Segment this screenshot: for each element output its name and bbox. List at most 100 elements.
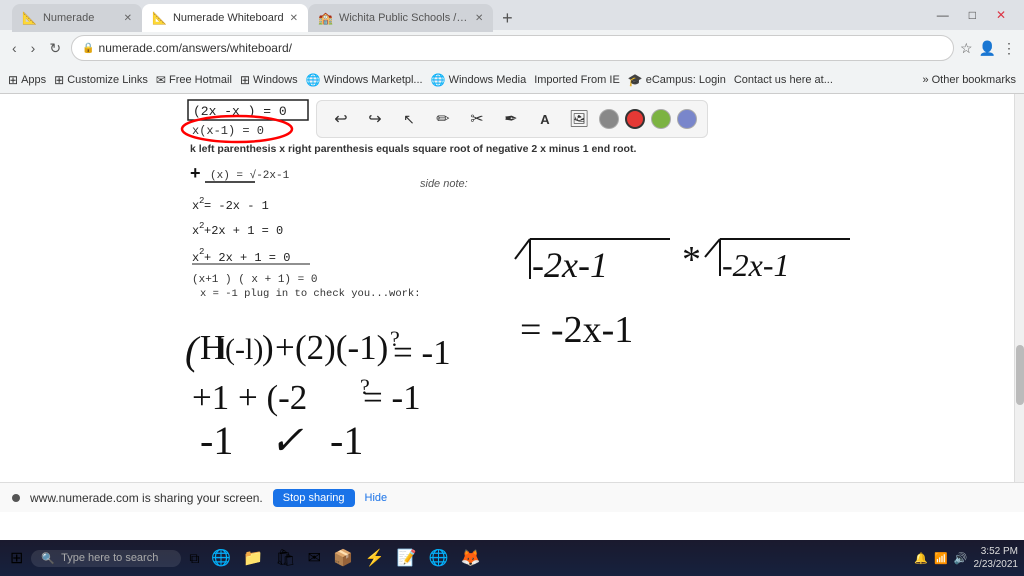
explorer-icon[interactable]: 📁 bbox=[239, 548, 267, 568]
hotmail-icon: ✉ bbox=[156, 73, 166, 87]
taskbar-search[interactable]: 🔍 Type here to search bbox=[31, 550, 181, 567]
whiteboard-toolbar: ↩ ↪ ↖ ✏ ✂ ✒ A 🖼 bbox=[316, 100, 708, 138]
address-bar[interactable]: 🔒 numerade.com/answers/whiteboard/ bbox=[71, 35, 954, 61]
svg-text:(-l): (-l) bbox=[225, 333, 263, 366]
customize-icon: ⊞ bbox=[54, 73, 64, 87]
app-icon-7[interactable]: 🦊 bbox=[457, 548, 485, 568]
svg-text:-1: -1 bbox=[330, 418, 363, 463]
color-green[interactable] bbox=[651, 109, 671, 129]
svg-text:*: * bbox=[682, 239, 701, 281]
svg-text:2: 2 bbox=[199, 247, 204, 257]
search-placeholder: Type here to search bbox=[61, 552, 158, 564]
bm-contact[interactable]: Contact us here at... bbox=[734, 74, 833, 86]
tab-favicon-1: 📐 bbox=[22, 11, 37, 25]
tab-close-2[interactable]: ✕ bbox=[290, 13, 298, 24]
svg-text:x: x bbox=[192, 224, 199, 238]
eraser-button[interactable]: ✂ bbox=[463, 105, 491, 133]
tab-close-1[interactable]: ✕ bbox=[124, 13, 132, 24]
svg-text:(2)(-1): (2)(-1) bbox=[295, 328, 388, 367]
windows-start-icon[interactable]: ⊞ bbox=[6, 548, 27, 568]
svg-text:✓: ✓ bbox=[270, 418, 304, 463]
whiteboard-canvas[interactable]: (2x -x ) = 0 x(x-1) = 0 k left parenthes… bbox=[0, 94, 1024, 512]
chrome-icon[interactable]: 🌐 bbox=[425, 548, 453, 568]
svg-text:+1 + (-2: +1 + (-2 bbox=[192, 378, 307, 417]
bm-imported[interactable]: Imported From IE bbox=[534, 74, 620, 86]
text-button[interactable]: A bbox=[531, 105, 559, 133]
hide-button[interactable]: Hide bbox=[365, 492, 388, 504]
svg-text:= -2x - 1: = -2x - 1 bbox=[204, 199, 269, 213]
star-icon[interactable]: ☆ bbox=[960, 40, 973, 57]
extensions-icon[interactable]: ⋮ bbox=[1002, 40, 1016, 57]
profile-icon[interactable]: 👤 bbox=[979, 40, 996, 57]
url-text: numerade.com/answers/whiteboard/ bbox=[99, 41, 292, 55]
maximize-button[interactable]: □ bbox=[965, 8, 980, 22]
stop-sharing-button[interactable]: Stop sharing bbox=[273, 489, 355, 507]
svg-text:2: 2 bbox=[199, 196, 204, 206]
tab-numerade[interactable]: 📐 Numerade ✕ bbox=[12, 4, 142, 32]
tab-label-1: Numerade bbox=[43, 12, 94, 24]
dropbox-icon[interactable]: 📦 bbox=[329, 548, 357, 568]
apps-icon: ⊞ bbox=[8, 73, 18, 87]
back-button[interactable]: ‹ bbox=[8, 38, 21, 58]
search-icon: 🔍 bbox=[41, 552, 55, 565]
svg-text:H: H bbox=[200, 328, 225, 367]
mail-icon[interactable]: ✉ bbox=[304, 548, 325, 568]
redo-button[interactable]: ↪ bbox=[361, 105, 389, 133]
marketplace-icon: 🌐 bbox=[306, 73, 321, 87]
date-display: 2/23/2021 bbox=[974, 558, 1019, 571]
tab-wichita[interactable]: 🏫 Wichita Public Schools / Homep… ✕ bbox=[308, 4, 493, 32]
svg-text:+ 2x + 1 = 0: + 2x + 1 = 0 bbox=[204, 251, 290, 265]
svg-text:+2x + 1 = 0: +2x + 1 = 0 bbox=[204, 224, 283, 238]
svg-text:+: + bbox=[190, 163, 201, 183]
notification-icon[interactable]: 🔔 bbox=[914, 552, 928, 565]
app-icon-5[interactable]: ⚡ bbox=[361, 548, 389, 568]
svg-text:(x+1 ) ( x + 1) = 0: (x+1 ) ( x + 1) = 0 bbox=[192, 274, 317, 286]
bm-media[interactable]: 🌐 Windows Media bbox=[431, 73, 527, 87]
scrollbar-thumb[interactable] bbox=[1016, 345, 1024, 405]
store-icon[interactable]: 🛍 bbox=[271, 548, 299, 568]
scrollbar[interactable] bbox=[1014, 94, 1024, 512]
color-purple[interactable] bbox=[677, 109, 697, 129]
bm-other[interactable]: » Other bookmarks bbox=[923, 74, 1017, 86]
refresh-button[interactable]: ↻ bbox=[45, 38, 65, 59]
forward-button[interactable]: › bbox=[27, 38, 40, 58]
ecampus-icon: 🎓 bbox=[628, 73, 643, 87]
bm-windows[interactable]: ⊞ Windows bbox=[240, 73, 298, 87]
undo-button[interactable]: ↩ bbox=[327, 105, 355, 133]
edge-icon[interactable]: 🌐 bbox=[207, 548, 235, 568]
close-button[interactable]: ✕ bbox=[992, 8, 1010, 22]
color-gray[interactable] bbox=[599, 109, 619, 129]
svg-text:): ) bbox=[262, 328, 274, 367]
image-button[interactable]: 🖼 bbox=[565, 105, 593, 133]
bm-marketplace[interactable]: 🌐 Windows Marketpl... bbox=[306, 73, 423, 87]
svg-text:-1: -1 bbox=[200, 418, 233, 463]
clock[interactable]: 3:52 PM 2/23/2021 bbox=[974, 545, 1019, 571]
svg-text:k left parenthesis x right par: k left parenthesis x right parenthesis e… bbox=[190, 143, 636, 155]
new-tab-button[interactable]: + bbox=[493, 4, 521, 32]
task-view-icon[interactable]: ⧉ bbox=[185, 550, 203, 567]
bm-ecampus[interactable]: 🎓 eCampus: Login bbox=[628, 73, 726, 87]
svg-text:+: + bbox=[275, 328, 295, 367]
volume-icon[interactable]: 🔊 bbox=[954, 552, 968, 565]
svg-text:?: ? bbox=[360, 374, 370, 399]
tab-favicon-3: 🏫 bbox=[318, 11, 333, 25]
bm-apps[interactable]: ⊞ Apps bbox=[8, 73, 46, 87]
word-icon[interactable]: 📝 bbox=[393, 548, 421, 568]
minimize-button[interactable]: — bbox=[933, 8, 953, 22]
color-red[interactable] bbox=[625, 109, 645, 129]
sharing-message: www.numerade.com is sharing your screen. bbox=[30, 491, 263, 505]
sharing-bar: www.numerade.com is sharing your screen.… bbox=[0, 482, 1024, 512]
bm-hotmail[interactable]: ✉ Free Hotmail bbox=[156, 73, 232, 87]
pen-button[interactable]: ✒ bbox=[497, 105, 525, 133]
svg-text:x: x bbox=[192, 199, 199, 213]
tab-close-3[interactable]: ✕ bbox=[475, 13, 483, 24]
sharing-indicator bbox=[12, 494, 20, 502]
pencil-button[interactable]: ✏ bbox=[429, 105, 457, 133]
tab-whiteboard[interactable]: 📐 Numerade Whiteboard ✕ bbox=[142, 4, 308, 32]
network-icon[interactable]: 📶 bbox=[934, 552, 948, 565]
svg-text:(x) = √-2x-1: (x) = √-2x-1 bbox=[210, 169, 290, 182]
svg-text:x = -1 plug in to check you...: x = -1 plug in to check you...work: bbox=[200, 288, 421, 300]
media-icon: 🌐 bbox=[431, 73, 446, 87]
select-button[interactable]: ↖ bbox=[395, 105, 423, 133]
bm-customize[interactable]: ⊞ Customize Links bbox=[54, 73, 148, 87]
